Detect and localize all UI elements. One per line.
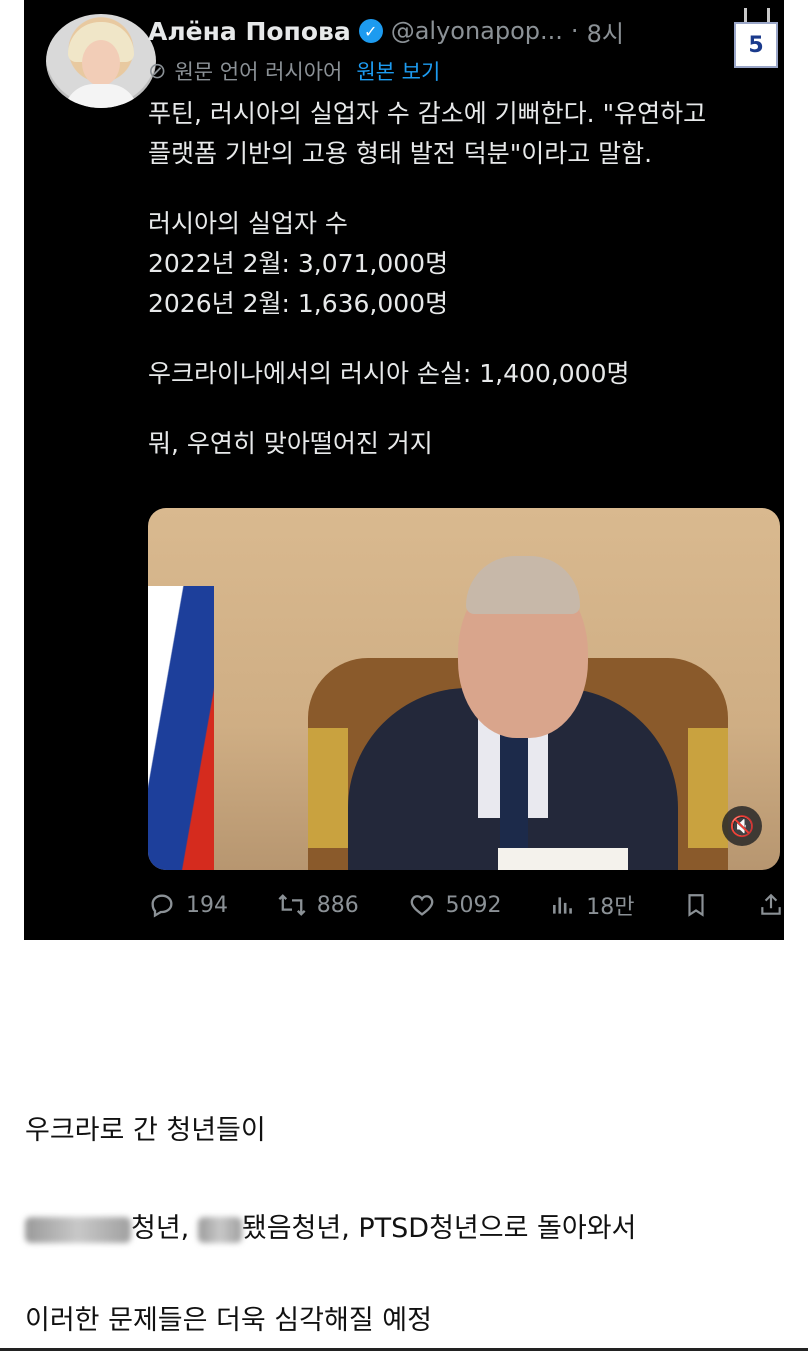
paper-sheet xyxy=(498,848,628,870)
action-bar: 194 886 5092 18만 xyxy=(148,888,784,922)
post-body-line: 우크라로 간 청년들이 xyxy=(25,1115,266,1146)
views-chart-icon xyxy=(553,897,573,914)
avatar-face xyxy=(82,40,120,86)
post-body-line: 이러한 문제들은 더욱 심각해질 예정 xyxy=(25,1305,432,1336)
avatar[interactable] xyxy=(46,14,156,108)
mute-button[interactable]: 🔇 xyxy=(722,806,762,846)
tweet-text-line: 2022년 2월: 3,071,000명 xyxy=(148,249,449,278)
tweet-header: Алёна Попова ✓ @alyonapop... · 8시 xyxy=(148,12,708,50)
author-name[interactable]: Алёна Попова xyxy=(148,17,351,46)
reply-button[interactable]: 194 xyxy=(148,891,228,919)
badge-antenna-icon xyxy=(744,8,770,22)
bookmark-icon xyxy=(688,894,704,917)
post-body-fragment: 됐음청년, PTSD청년으로 돌아와서 xyxy=(241,1213,637,1244)
tweet-text-line: 2026년 2월: 1,636,000명 xyxy=(148,289,449,318)
post-body-fragment: 청년, xyxy=(131,1213,198,1244)
show-original-link[interactable]: 원본 보기 xyxy=(356,56,440,86)
page-number-badge: 5 xyxy=(734,22,778,68)
person-hair xyxy=(466,556,580,614)
reply-icon xyxy=(151,894,173,918)
repost-count: 886 xyxy=(316,892,359,918)
reply-count: 194 xyxy=(186,892,228,918)
like-button[interactable]: 5092 xyxy=(408,891,502,919)
globe-off-icon: ⊘ xyxy=(148,58,167,84)
author-handle[interactable]: @alyonapop... xyxy=(391,17,563,45)
post-body-line: 청년, 됐음청년, PTSD청년으로 돌아와서 xyxy=(25,1206,636,1245)
like-count: 5092 xyxy=(445,892,502,918)
tweet-text-line: 플랫폼 기반의 고용 형태 발전 덕분"이라고 말함. xyxy=(148,139,653,168)
post-time[interactable]: 8시 xyxy=(587,14,624,49)
verified-badge-icon: ✓ xyxy=(358,19,383,43)
mute-icon: 🔇 xyxy=(729,814,755,838)
avatar-body xyxy=(64,84,138,108)
tweet-text-line: 우크라이나에서의 러시아 손실: 1,400,000명 xyxy=(148,359,630,388)
censored-word xyxy=(25,1216,131,1243)
repost-button[interactable]: 886 xyxy=(277,891,359,919)
russian-flag xyxy=(148,586,214,870)
share-button[interactable] xyxy=(758,891,784,919)
tweet-text-line: 뭐, 우연히 맞아떨어진 거지 xyxy=(148,429,433,458)
translation-note: 원문 언어 러시아어 xyxy=(174,60,343,84)
translation-row: ⊘ 원문 언어 러시아어 원본 보기 xyxy=(148,56,440,86)
tweet-text: 푸틴, 러시아의 실업자 수 감소에 기뻐한다. "유연하고 플랫폼 기반의 고… xyxy=(148,94,778,464)
heart-icon xyxy=(410,895,433,916)
view-count: 18만 xyxy=(586,895,635,920)
tweet-text-line: 러시아의 실업자 수 xyxy=(148,209,348,238)
share-icon xyxy=(761,893,781,915)
chair-ornament xyxy=(308,728,348,848)
censored-word xyxy=(197,1216,242,1243)
repost-icon xyxy=(278,894,306,916)
tweet-card[interactable]: Алёна Попова ✓ @alyonapop... · 8시 5 ⊘ 원문… xyxy=(24,0,784,940)
tweet-text-line: 푸틴, 러시아의 실업자 수 감소에 기뻐한다. "유연하고 xyxy=(148,99,707,128)
bookmark-button[interactable] xyxy=(683,891,709,919)
header-separator: · xyxy=(570,17,579,45)
views-button[interactable]: 18만 xyxy=(550,889,634,921)
tweet-video[interactable]: 🔇 xyxy=(148,508,780,870)
